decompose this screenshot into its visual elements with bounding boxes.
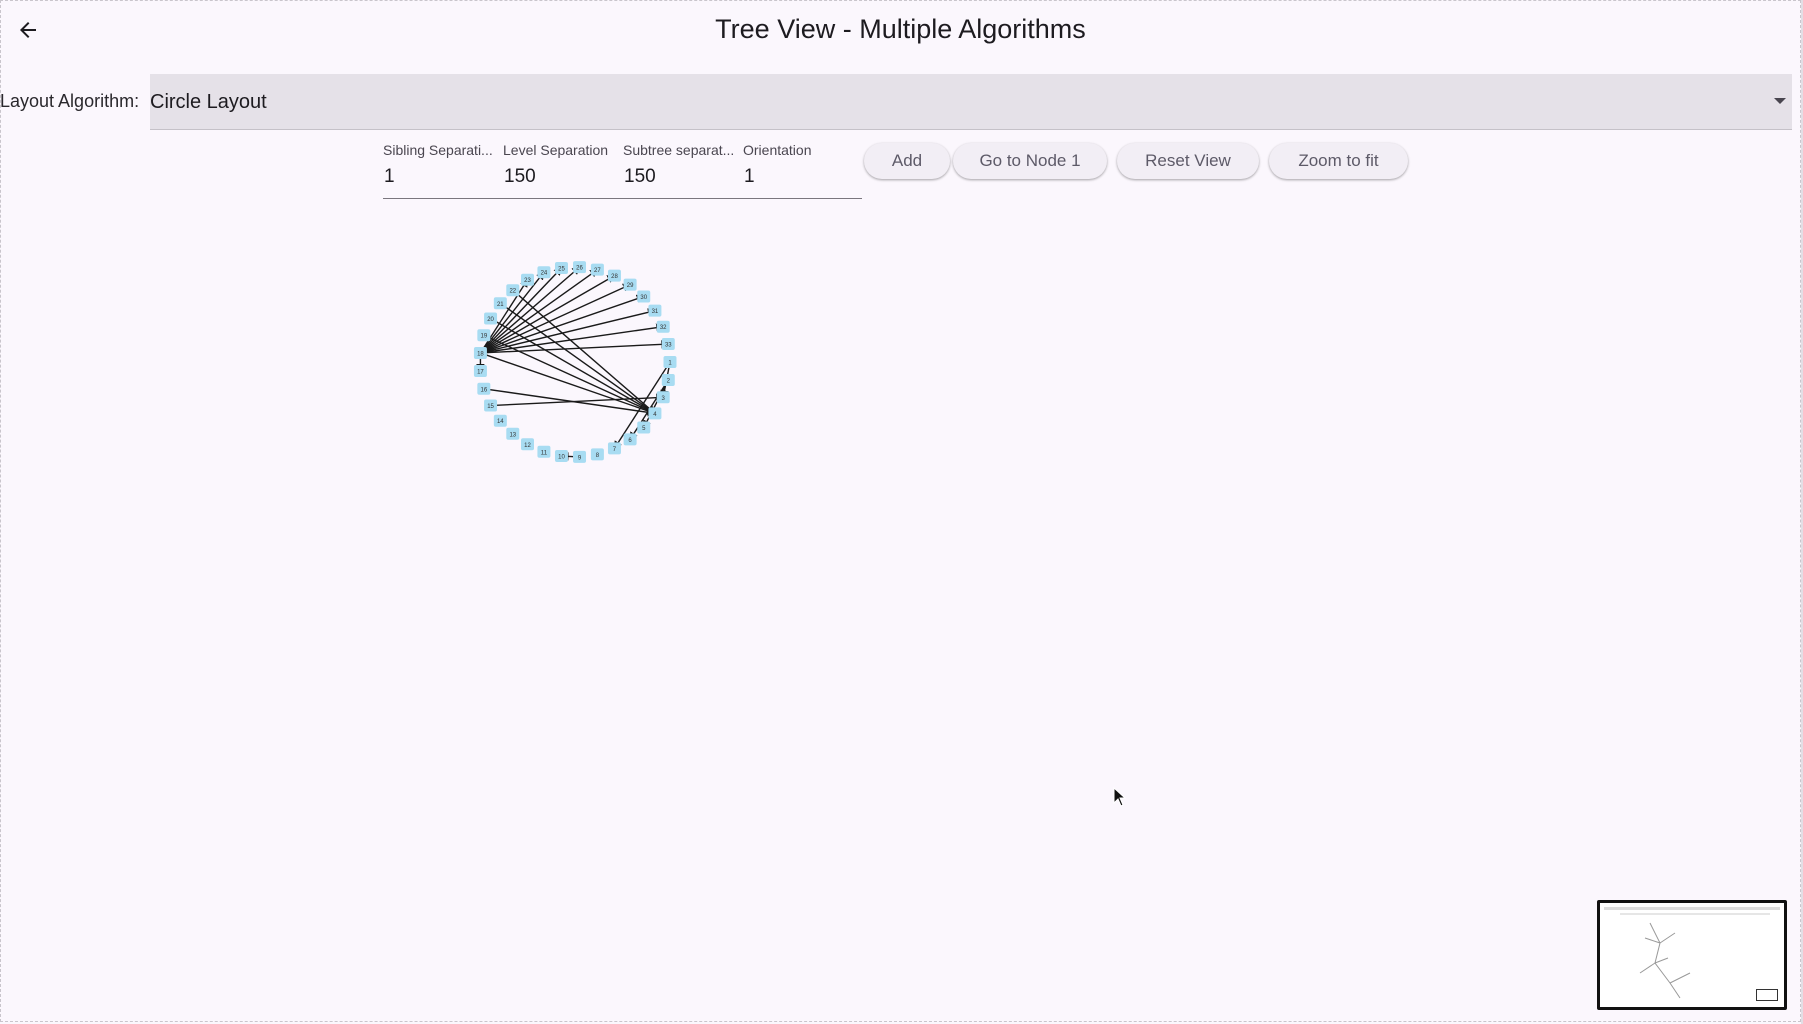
graph-node-label: 11 <box>541 450 548 456</box>
graph-node-label: 27 <box>594 268 601 274</box>
config-fields: Sibling Separati... 1 Level Separation 1… <box>383 142 862 199</box>
layout-algorithm-label: Layout Algorithm: <box>0 91 140 111</box>
graph-node[interactable]: 16 <box>477 382 491 395</box>
graph-node[interactable]: 8 <box>590 448 604 461</box>
chevron-down-icon <box>1774 98 1786 104</box>
graph-node[interactable]: 6 <box>623 433 637 446</box>
graph-node-label: 17 <box>477 370 484 376</box>
graph-node-label: 24 <box>541 271 548 277</box>
orientation-field[interactable]: Orientation 1 <box>743 142 861 188</box>
graph-node[interactable]: 3 <box>656 391 670 404</box>
graph-node[interactable]: 21 <box>493 297 507 310</box>
graph-node-label: 22 <box>509 289 516 295</box>
graph-node[interactable]: 4 <box>648 407 662 420</box>
graph-node-label: 28 <box>611 274 618 280</box>
graph-node[interactable]: 15 <box>484 399 498 412</box>
layout-algorithm-dropdown[interactable]: Circle Layout <box>150 74 1792 130</box>
graph-node-label: 33 <box>665 343 672 349</box>
graph-node[interactable]: 9 <box>573 450 587 463</box>
graph-node-label: 14 <box>497 419 504 425</box>
graph-node-label: 29 <box>627 283 634 289</box>
graph-node-label: 25 <box>558 266 565 272</box>
graph-node[interactable]: 1 <box>663 356 677 368</box>
graph-node[interactable]: 18 <box>473 346 487 359</box>
graph-node-label: 31 <box>652 309 659 315</box>
graph-node-label: 16 <box>481 387 488 393</box>
graph-node[interactable]: 30 <box>637 290 651 303</box>
minimap[interactable] <box>1597 900 1787 1010</box>
field-value[interactable]: 1 <box>383 166 501 188</box>
graph-node[interactable]: 25 <box>554 261 568 274</box>
graph-node-label: 15 <box>487 404 494 410</box>
graph-node[interactable]: 11 <box>537 445 551 458</box>
graph-edge <box>643 379 669 429</box>
graph-node[interactable]: 33 <box>661 338 675 351</box>
graph-node[interactable]: 27 <box>590 263 604 276</box>
field-value[interactable]: 150 <box>623 166 741 188</box>
graph-node-label: 21 <box>497 302 504 308</box>
graph-node[interactable]: 12 <box>521 438 534 451</box>
graph-node[interactable]: 23 <box>521 273 534 286</box>
graph-node[interactable]: 5 <box>637 421 651 434</box>
graph-node-label: 18 <box>477 351 484 357</box>
level-separation-field[interactable]: Level Separation 150 <box>503 142 621 188</box>
graph-node[interactable]: 32 <box>656 320 670 333</box>
field-value[interactable]: 1 <box>743 166 861 188</box>
graph-node[interactable]: 7 <box>607 442 621 455</box>
graph-node-label: 19 <box>481 334 488 340</box>
graph-node-label: 30 <box>640 295 647 301</box>
field-label: Orientation <box>743 142 812 158</box>
graph-node[interactable]: 13 <box>506 427 520 440</box>
sibling-separation-field[interactable]: Sibling Separati... 1 <box>383 142 501 188</box>
graph-edge <box>479 266 563 354</box>
field-value[interactable]: 150 <box>503 166 621 188</box>
layout-algorithm-value: Circle Layout <box>150 91 267 113</box>
graph-node-label: 12 <box>524 443 531 449</box>
graph-node[interactable]: 2 <box>661 373 675 386</box>
graph-node[interactable]: 20 <box>484 312 498 325</box>
graph-edge <box>613 361 671 450</box>
graph-node[interactable]: 17 <box>473 365 487 378</box>
graph-node-label: 23 <box>524 278 531 284</box>
graph-node[interactable]: 26 <box>573 261 587 274</box>
graph-node-label: 20 <box>487 317 494 323</box>
graph-node[interactable]: 29 <box>623 278 637 291</box>
graph-node[interactable]: 22 <box>506 284 520 297</box>
field-label: Level Separation <box>503 142 609 158</box>
graph-edge <box>512 289 656 415</box>
graph-node[interactable]: 28 <box>607 269 621 282</box>
graph-node[interactable]: 10 <box>554 450 568 463</box>
graph-node-label: 26 <box>576 266 583 272</box>
add-button[interactable]: Add <box>864 143 950 179</box>
graph-node-label: 10 <box>558 455 565 461</box>
graph-node[interactable]: 24 <box>537 266 551 279</box>
graph-node[interactable]: 14 <box>493 414 507 427</box>
mouse-cursor-icon <box>1113 787 1127 807</box>
page-title: Tree View - Multiple Algorithms <box>715 14 1086 44</box>
graph-node-label: 13 <box>509 432 516 438</box>
minimap-viewport[interactable] <box>1756 989 1778 1001</box>
graph-node-label: 32 <box>660 325 667 331</box>
zoom-to-fit-button[interactable]: Zoom to fit <box>1269 143 1408 179</box>
field-label: Sibling Separati... <box>383 142 493 158</box>
app-bar: Tree View - Multiple Algorithms <box>0 0 1801 60</box>
graph-edge <box>480 268 599 354</box>
tree-graph-canvas[interactable]: 1234567891011121314151617181920212223242… <box>450 250 700 480</box>
go-to-node-1-button[interactable]: Go to Node 1 <box>953 143 1107 179</box>
reset-view-button[interactable]: Reset View <box>1117 143 1259 179</box>
graph-node[interactable]: 19 <box>477 329 491 342</box>
subtree-separation-field[interactable]: Subtree separat... 150 <box>623 142 741 188</box>
field-label: Subtree separat... <box>623 142 735 158</box>
graph-node[interactable]: 31 <box>648 304 662 317</box>
